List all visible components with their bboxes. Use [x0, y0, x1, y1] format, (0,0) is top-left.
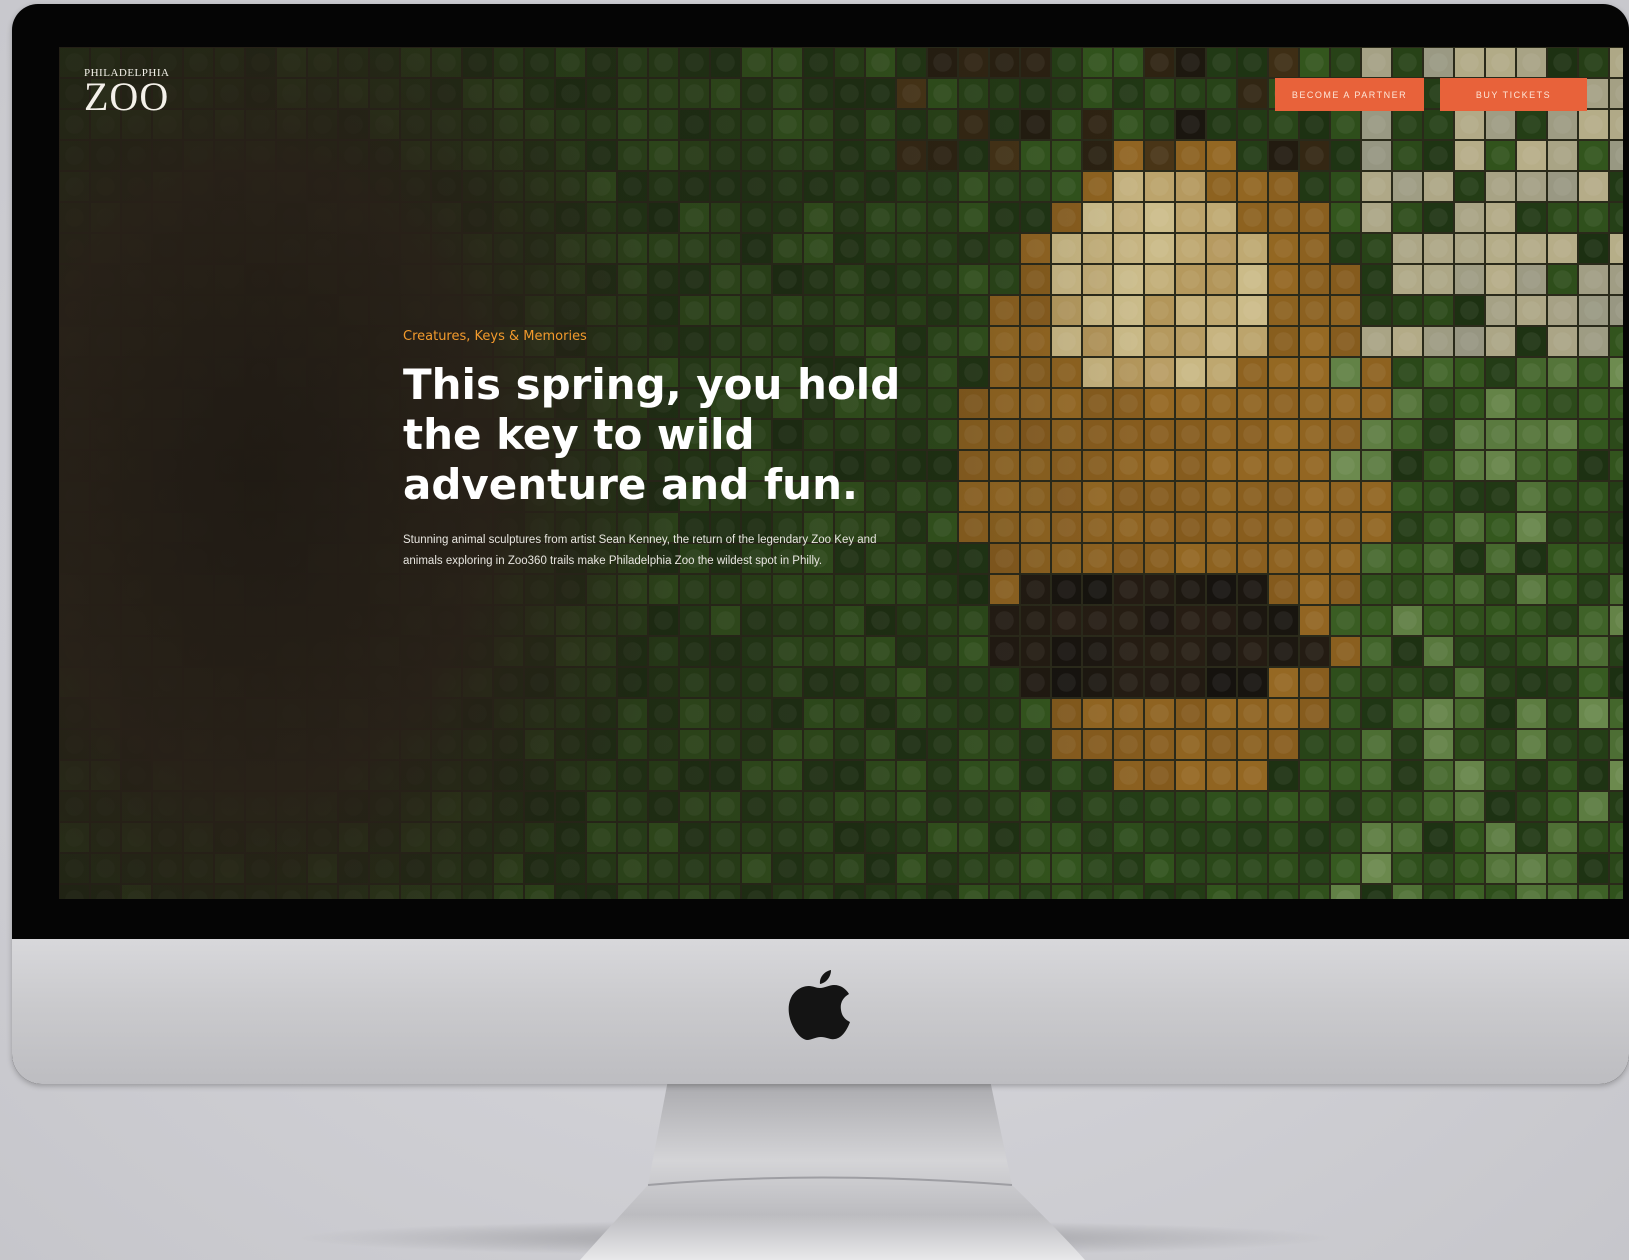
hero-body-text: Stunning animal sculptures from artist S…	[403, 534, 877, 567]
hero-eyebrow: Creatures, Keys & Memories	[403, 329, 587, 344]
imac-monitor: Philadelphia ZOO Become a Partner Buy Ti…	[12, 4, 1629, 1084]
hero-content: Creatures, Keys & Memories This spring, …	[403, 329, 923, 572]
logo-main-text: ZOO	[84, 74, 170, 119]
hero-headline: This spring, you hold the key to wild ad…	[403, 360, 901, 509]
website-viewport: Philadelphia ZOO Become a Partner Buy Ti…	[59, 47, 1623, 899]
apple-icon	[788, 970, 850, 1040]
buy-tickets-button[interactable]: Buy Tickets	[1440, 78, 1587, 111]
zoo-logo[interactable]: Philadelphia ZOO	[84, 67, 194, 119]
become-partner-button[interactable]: Become a Partner	[1275, 78, 1424, 111]
